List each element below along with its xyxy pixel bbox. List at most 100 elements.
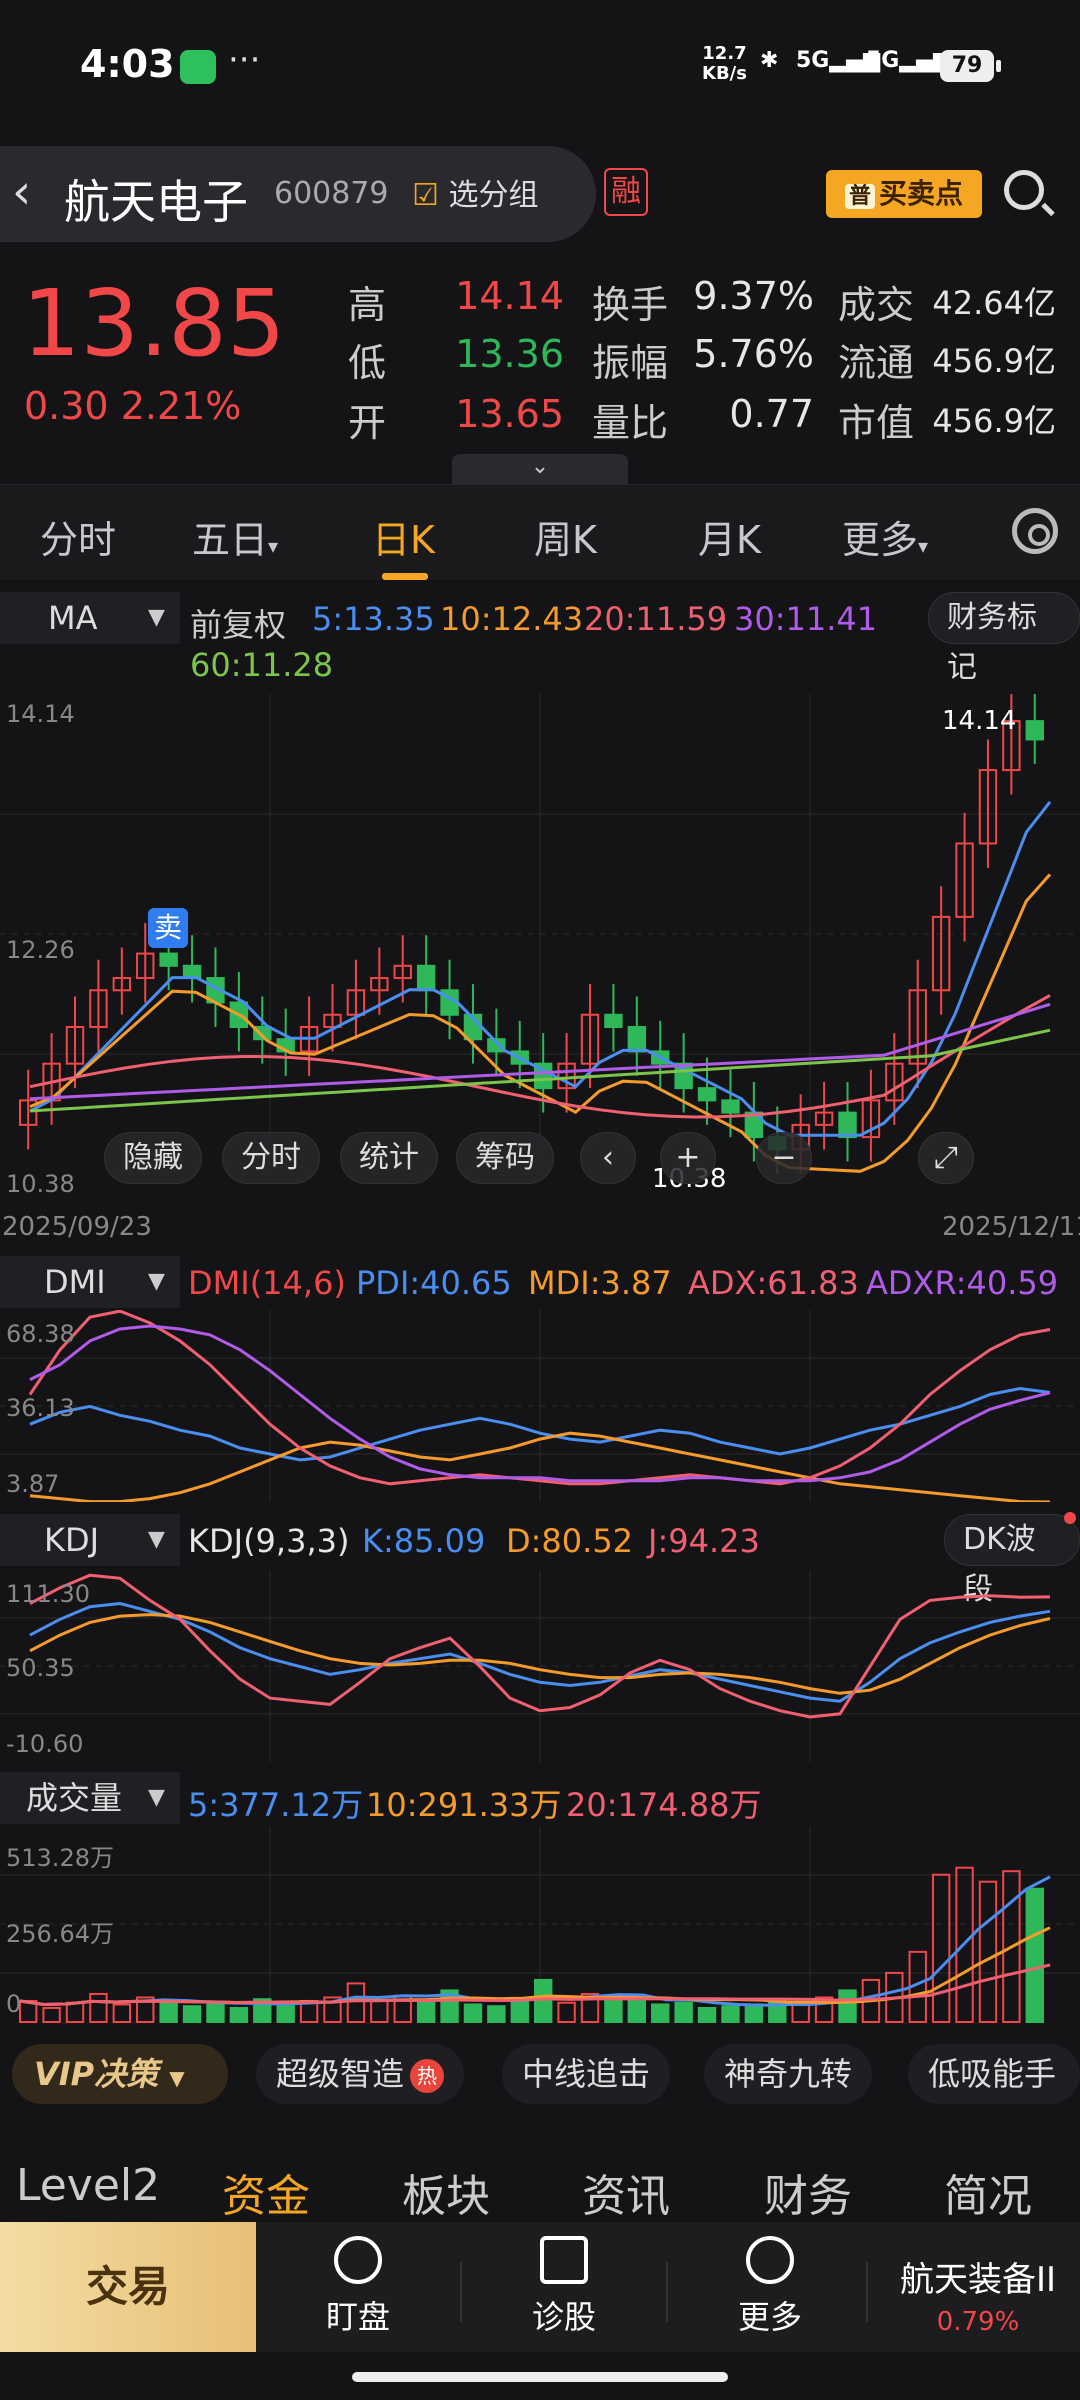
y-axis-top: 14.14 [6, 700, 75, 728]
volume-bar [89, 1992, 108, 2024]
volume-bar [721, 2005, 740, 2024]
tab-more[interactable]: 更多▾ [842, 509, 928, 564]
more-button[interactable]: 更多 [710, 2236, 830, 2338]
float-cap-value: 456.9亿 [932, 342, 1056, 380]
strategy-midline-chase[interactable]: 中线追击 [502, 2044, 671, 2104]
tab-5day[interactable]: 五日▾ [192, 509, 278, 564]
tab-intraday[interactable]: 分时 [40, 509, 116, 564]
target-icon [334, 2236, 382, 2284]
market-cap-label: 市值 [838, 401, 915, 445]
volume-bar [487, 2005, 506, 2024]
select-group-button[interactable]: ☑ 选分组 [412, 170, 538, 214]
tab-level2[interactable]: Level2 [16, 2160, 160, 2211]
adjust-mode[interactable]: 前复权 [190, 600, 286, 646]
strategy-super-manufacturing[interactable]: 超级智造热 [256, 2044, 465, 2104]
zoom-out-icon[interactable]: − [756, 1132, 812, 1184]
settings-gear-icon[interactable] [1012, 508, 1058, 554]
amount-value: 42.64亿 [932, 284, 1056, 322]
amplitude-label: 振幅 [592, 341, 669, 385]
sector-change: 0.79% [936, 2307, 1020, 2337]
diagnose-button[interactable]: 诊股 [504, 2236, 624, 2338]
turnover-value: 9.37% [693, 274, 814, 318]
bottom-info-tabs [0, 2134, 1080, 2224]
tab-financials[interactable]: 财务 [764, 2160, 852, 2224]
volume-bar [416, 2001, 436, 2023]
strategy-magic-nine[interactable]: 神奇九转 [704, 2044, 873, 2104]
price-change: 0.30 2.21% [24, 384, 242, 428]
volume-ratio-value: 0.77 [729, 392, 814, 436]
dmi-indicator-select[interactable]: DMI ▼ [0, 1256, 180, 1308]
y-axis-mid: 12.26 [6, 936, 75, 964]
kdj-chart[interactable] [0, 1570, 1080, 1762]
more-dots-icon: ··· [228, 40, 261, 80]
signal-5g-icon-2: 5G▂▄▆ [866, 48, 951, 73]
hide-button[interactable]: 隐藏 [104, 1132, 202, 1184]
last-price: 13.85 [22, 270, 286, 377]
dock-divider [666, 2262, 668, 2322]
kdj-j: J:94.23 [648, 1522, 760, 1560]
volume-bar [510, 1998, 529, 2024]
main-indicator-select[interactable]: MA ▼ [0, 592, 180, 644]
volume-bar [534, 1978, 553, 2024]
volume-bar [182, 2005, 202, 2024]
buy-sell-point-button[interactable]: 普买卖点 [826, 170, 982, 218]
ma5-value: 5:13.35 [312, 600, 435, 638]
stock-header: ‹ 航天电子 600879 ☑ 选分组 [0, 146, 596, 242]
pulse-chart-icon [540, 2236, 588, 2284]
dmi-y-top: 68.38 [6, 1320, 75, 1348]
vol-ma20: 20:174.88万 [566, 1786, 762, 1824]
watch-button[interactable]: 盯盘 [298, 2236, 418, 2338]
vip-decision-button[interactable]: VIP决策 ▼ [12, 2044, 228, 2104]
stock-name: 航天电子 [64, 175, 248, 229]
dmi-chart[interactable] [0, 1310, 1080, 1502]
tab-weekly-k[interactable]: 周K [534, 509, 597, 564]
chips-button[interactable]: 筹码 [456, 1132, 554, 1184]
volume-bar [42, 2006, 61, 2023]
kdj-params: KDJ(9,3,3) [188, 1522, 350, 1560]
hot-badge: 热 [410, 2059, 445, 2093]
volume-bar [206, 2001, 225, 2023]
tab-news[interactable]: 资讯 [582, 2160, 670, 2224]
tab-profile[interactable]: 简况 [944, 2160, 1032, 2224]
volume-chart[interactable] [0, 1826, 1080, 2026]
tab-funds[interactable]: 资金 [222, 2160, 310, 2224]
battery-icon: 79 [940, 50, 994, 82]
sell-marker[interactable]: 卖 [148, 908, 188, 948]
ma60-value: 60:11.28 [190, 646, 334, 684]
volume-indicator-select[interactable]: 成交量 ▼ [0, 1772, 180, 1824]
dmi-y-mid: 36.13 [6, 1394, 75, 1422]
high-label: 高 [348, 283, 387, 327]
back-icon[interactable]: ‹ [12, 164, 31, 220]
kdj-indicator-select[interactable]: KDJ ▼ [0, 1514, 180, 1566]
tab-monthly-k[interactable]: 月K [698, 509, 761, 564]
kdj-d: D:80.52 [506, 1522, 634, 1560]
related-sector-button[interactable]: 航天装备II 0.79% [876, 2252, 1080, 2337]
kline-chart[interactable] [0, 694, 1080, 1204]
tab-sectors[interactable]: 板块 [402, 2160, 490, 2224]
search-icon[interactable] [1004, 170, 1044, 210]
vol-y-bottom: 0 [6, 1990, 22, 2018]
margin-badge[interactable]: 融 [604, 168, 648, 216]
fullscreen-icon[interactable]: ⤢ [918, 1132, 974, 1184]
dk-band-button[interactable]: DK波段 [944, 1514, 1080, 1607]
ma20-value: 20:11.59 [584, 600, 728, 638]
tab-daily-k[interactable]: 日K [372, 509, 435, 564]
volume-bar [557, 2001, 576, 2023]
strategy-low-buy[interactable]: 低吸能手 [908, 2044, 1080, 2104]
stats-button[interactable]: 统计 [340, 1132, 438, 1184]
stock-code: 600879 [274, 176, 389, 211]
status-bar: 4:03 ··· 12.7 KB/s ✱ 5G▂▄▆ 5G▂▄▆ 79 [0, 0, 1080, 140]
candle-body [697, 1087, 717, 1102]
candle-body [1025, 720, 1044, 741]
ma10-value: 10:12.43 [440, 600, 584, 638]
chevron-left-icon[interactable]: ‹ [580, 1132, 636, 1184]
volume-bar [838, 1989, 857, 2023]
vol-y-top: 513.28万 [6, 1844, 114, 1872]
high-annotation: 14.14 [942, 706, 1017, 736]
financial-mark-button[interactable]: 财务标记 [928, 592, 1080, 685]
zoom-in-icon[interactable]: + [660, 1132, 716, 1184]
expand-quote-button[interactable]: ⌄ [452, 454, 628, 484]
candle-body [627, 1025, 647, 1053]
intraday-button[interactable]: 分时 [222, 1132, 320, 1184]
trade-button[interactable]: 交易 [0, 2222, 256, 2352]
